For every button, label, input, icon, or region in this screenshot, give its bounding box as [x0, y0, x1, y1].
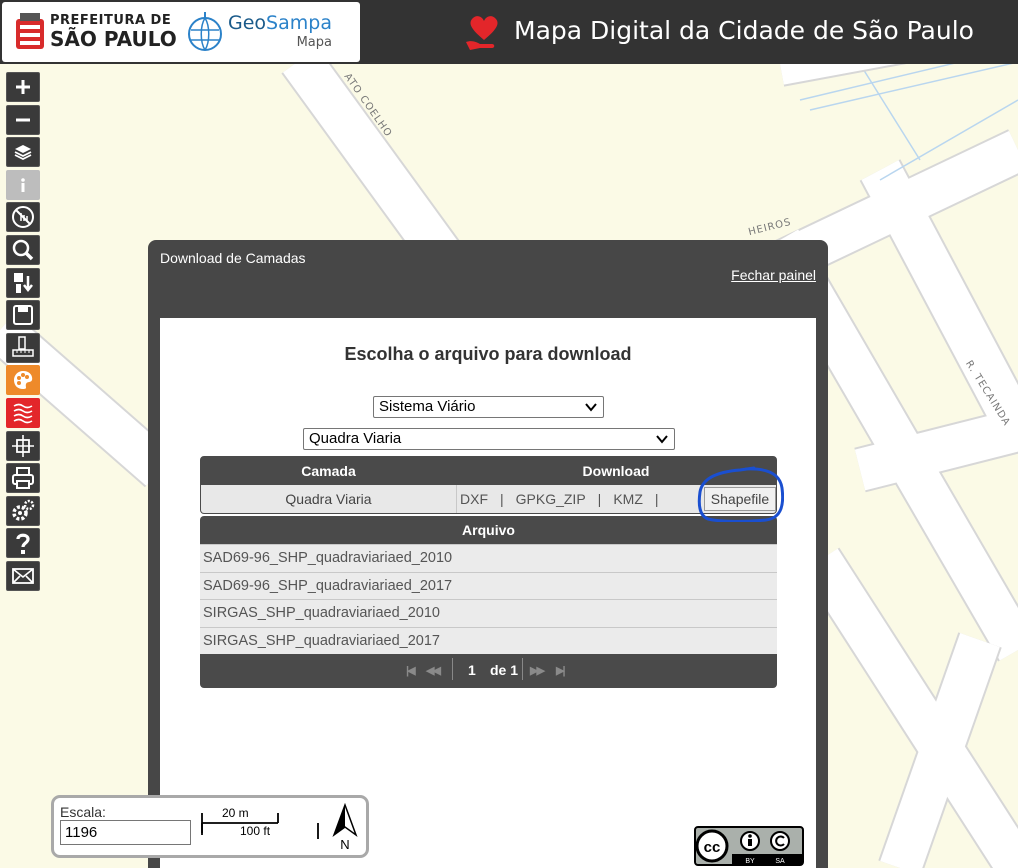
- layer-select[interactable]: Quadra Viaria: [303, 428, 675, 450]
- col-header-layer: Camada: [301, 463, 356, 479]
- chevron-down-icon: [656, 435, 668, 444]
- logo-area[interactable]: PREFEITURA DE SÃO PAULO GeoSampa Mapa: [2, 2, 360, 62]
- cc-by-label: BY: [745, 858, 755, 865]
- prefeitura-line1: PREFEITURA DE: [50, 13, 172, 28]
- scale-bar: 20 m 100 ft: [200, 805, 320, 845]
- cell-divider: [456, 485, 457, 513]
- pagination: |◀ ◀◀ 1 de 1 ▶▶ ▶|: [200, 654, 777, 688]
- zoom-in-icon: [16, 80, 30, 94]
- chevron-down-icon: [585, 403, 597, 412]
- layers-icon: [14, 145, 32, 161]
- panel-body: Escolha o arquivo para download Sistema …: [160, 318, 816, 868]
- pager-divider: [522, 658, 523, 680]
- crosshair-button[interactable]: [6, 430, 40, 461]
- close-panel-link[interactable]: Fechar painel: [731, 267, 816, 283]
- prev-page-icon[interactable]: ◀◀: [426, 664, 441, 677]
- format-links: DXF | GPKG_ZIP | KMZ |: [460, 491, 671, 507]
- palette-button[interactable]: [6, 365, 40, 396]
- north-arrow-icon: N: [332, 803, 358, 851]
- save-button[interactable]: [6, 300, 40, 331]
- scale-metric-label: 20 m: [222, 806, 249, 820]
- file-row[interactable]: SIRGAS_SHP_quadraviariaed_2010: [200, 599, 777, 627]
- download-kmz-link[interactable]: KMZ: [613, 491, 643, 507]
- tree-download-icon: [14, 272, 33, 293]
- first-page-icon[interactable]: |◀: [406, 664, 415, 677]
- files-table: Arquivo SAD69-96_SHP_quadraviariaed_2010…: [200, 516, 777, 688]
- download-heading: Escolha o arquivo para download: [344, 344, 632, 364]
- app-title: Mapa Digital da Cidade de São Paulo: [514, 16, 974, 45]
- contour-icon: [13, 403, 33, 424]
- heart-hand-icon: [466, 16, 498, 50]
- measure-icon: [12, 336, 34, 357]
- file-row[interactable]: SIRGAS_SHP_quadraviariaed_2017: [200, 626, 777, 654]
- layer-value: Quadra Viaria: [309, 430, 402, 447]
- scale-label: Escala:: [60, 804, 106, 820]
- pager-divider: [452, 658, 453, 680]
- current-page[interactable]: 1: [468, 662, 476, 678]
- north-label: N: [340, 837, 349, 851]
- search-icon: [12, 239, 34, 261]
- file-row[interactable]: SAD69-96_SHP_quadraviariaed_2017: [200, 571, 777, 599]
- download-dxf-link[interactable]: DXF: [460, 491, 488, 507]
- contact-button[interactable]: [6, 560, 40, 591]
- next-page-icon[interactable]: ▶▶: [530, 664, 545, 677]
- separator: |: [500, 491, 504, 507]
- zoom-out-icon: [16, 118, 30, 122]
- prefeitura-line2: SÃO PAULO: [50, 27, 177, 51]
- settings-button[interactable]: [6, 495, 40, 526]
- info-button[interactable]: [6, 169, 40, 200]
- scale-input[interactable]: 1196: [60, 820, 191, 845]
- print-icon: [12, 467, 34, 490]
- layer-group-value: Sistema Viário: [379, 398, 476, 415]
- layer-name-cell: Quadra Viaria: [285, 491, 372, 507]
- save-icon: [13, 305, 33, 326]
- city-crest-icon: [16, 13, 44, 49]
- cc-license-badge[interactable]: cc BY SA: [694, 826, 804, 866]
- download-panel: Download de Camadas Fechar painel Escolh…: [148, 240, 828, 868]
- help-button[interactable]: [6, 528, 40, 559]
- info-icon: [21, 177, 25, 192]
- zoom-in-button[interactable]: [6, 72, 40, 102]
- col-header-file: Arquivo: [462, 522, 515, 538]
- map-toolbar: [6, 72, 40, 594]
- download-table: Camada Download Quadra Viaria DXF | GPKG_Z…: [200, 456, 777, 514]
- geosampa-subtitle: Mapa: [296, 35, 332, 50]
- separator: |: [654, 491, 659, 507]
- highlight-annotation: [697, 466, 784, 522]
- separator: |: [597, 491, 602, 507]
- cc-sa-label: SA: [775, 858, 785, 865]
- contour-button[interactable]: [6, 397, 40, 428]
- scale-imperial-label: 100 ft: [240, 824, 271, 838]
- prefeitura-logo-text: PREFEITURA DE SÃO PAULO: [50, 14, 177, 49]
- no-touch-icon: [12, 206, 34, 229]
- help-icon: [16, 533, 30, 555]
- page-total: de 1: [490, 662, 519, 678]
- layers-button[interactable]: [6, 137, 40, 168]
- mail-icon: [12, 568, 34, 584]
- geosampa-globe-icon: [188, 12, 222, 51]
- geosampa-logo-text: GeoSampa Mapa: [228, 12, 332, 50]
- table-row: Quadra Viaria DXF | GPKG_ZIP | KMZ | Shapefil…: [201, 485, 776, 513]
- search-button[interactable]: [6, 234, 40, 265]
- scale-box: Escala: 1196 20 m 100 ft N: [51, 795, 369, 858]
- crosshair-icon: [12, 434, 34, 457]
- download-table-header: Camada Download: [201, 457, 776, 485]
- cc-icon: cc: [704, 839, 721, 856]
- download-gpkg-link[interactable]: GPKG_ZIP: [516, 491, 586, 507]
- settings-icon: [12, 499, 35, 521]
- app-header: PREFEITURA DE SÃO PAULO GeoSampa Mapa Ma…: [0, 0, 1018, 64]
- layer-group-select[interactable]: Sistema Viário: [373, 396, 604, 418]
- measure-button[interactable]: [6, 332, 40, 363]
- last-page-icon[interactable]: ▶|: [556, 664, 565, 677]
- file-row[interactable]: SAD69-96_SHP_quadraviariaed_2010: [200, 544, 777, 572]
- no-touch-button[interactable]: [6, 202, 40, 233]
- panel-title: Download de Camadas: [160, 250, 306, 266]
- tree-download-button[interactable]: [6, 267, 40, 298]
- zoom-out-button[interactable]: [6, 104, 40, 135]
- print-button[interactable]: [6, 463, 40, 494]
- geosampa-geo: Geo: [228, 12, 267, 34]
- geosampa-sampa: Sampa: [266, 12, 332, 34]
- palette-icon: [14, 371, 33, 390]
